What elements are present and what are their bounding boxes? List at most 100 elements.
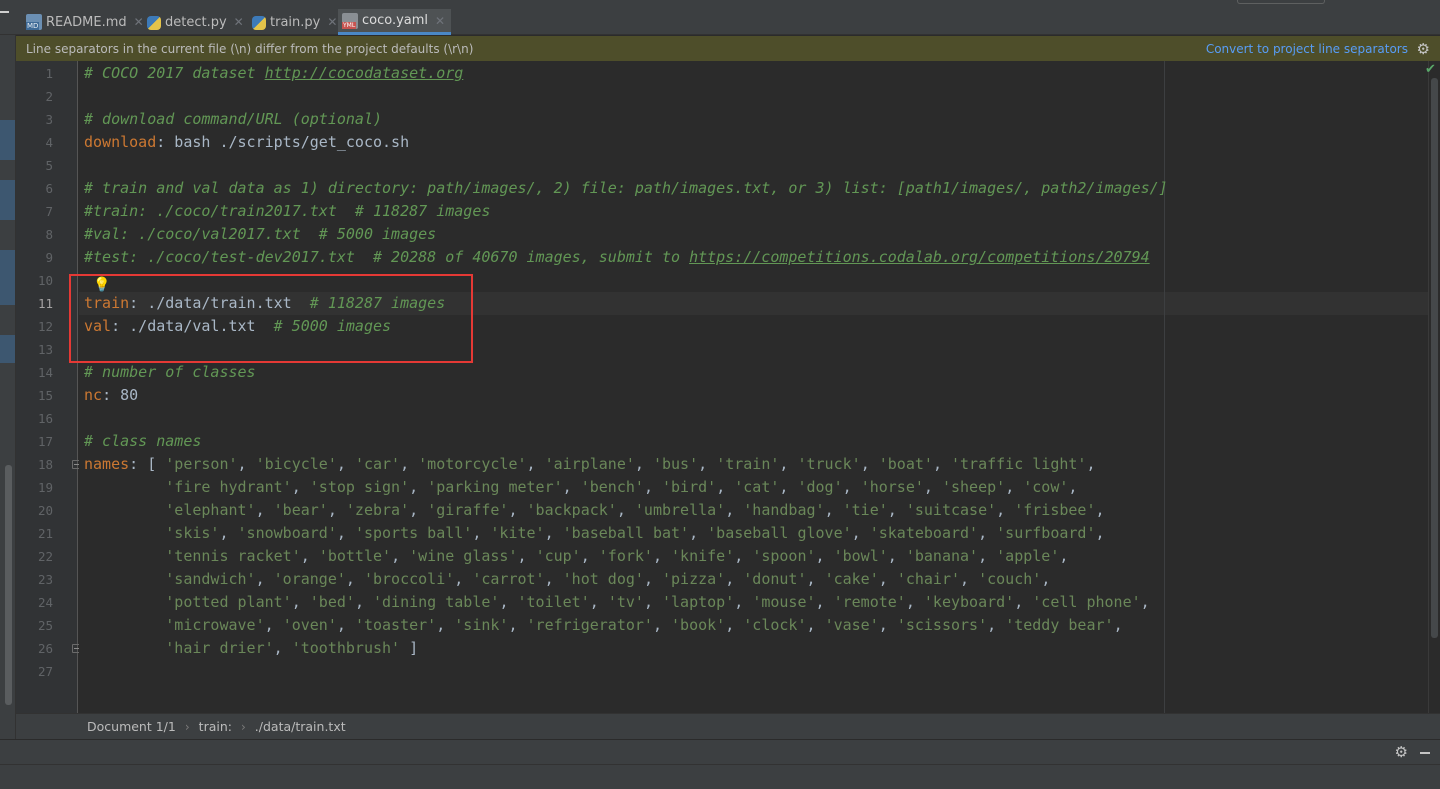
line-number[interactable]: 15 [16, 384, 53, 407]
tab-readme[interactable]: README.md ✕ [22, 9, 150, 35]
code-token: , [327, 501, 346, 519]
code-token: 'bird' [662, 478, 717, 496]
toolbar-dropdown[interactable] [1237, 0, 1325, 4]
code-token: , [725, 616, 744, 634]
code-token: 'horse' [860, 478, 924, 496]
code-token: 'stop sign' [309, 478, 410, 496]
line-number[interactable]: 6 [16, 177, 53, 200]
breadcrumb-document[interactable]: Document 1/1 [87, 719, 176, 734]
close-icon[interactable]: ✕ [234, 15, 244, 29]
line-number[interactable]: 24 [16, 591, 53, 614]
tool-window-marker[interactable] [0, 250, 15, 305]
code-line[interactable]: 'skis', 'snowboard', 'sports ball', 'kit… [84, 522, 1104, 545]
line-number[interactable]: 17 [16, 430, 53, 453]
code-line[interactable]: 'hair drier', 'toothbrush' ] [84, 637, 418, 660]
tab-list-menu-icon[interactable] [0, 11, 9, 13]
code-token: 'refrigerator' [526, 616, 653, 634]
line-number[interactable]: 4 [16, 131, 53, 154]
tab-detect[interactable]: detect.py ✕ [143, 9, 250, 35]
code-line[interactable]: 'sandwich', 'orange', 'broccoli', 'carro… [84, 568, 1050, 591]
line-number[interactable]: 21 [16, 522, 53, 545]
gear-icon[interactable]: ⚙ [1417, 40, 1430, 58]
code-token: 'sports ball' [354, 524, 473, 542]
code-token: , [887, 501, 906, 519]
line-number[interactable]: 5 [16, 154, 53, 177]
code-line[interactable]: nc: 80 [84, 384, 138, 407]
tool-window-marker[interactable] [0, 335, 15, 363]
line-number[interactable]: 20 [16, 499, 53, 522]
code-token: , [1068, 478, 1078, 496]
code-token: 'tie' [842, 501, 888, 519]
code-line[interactable]: 'elephant', 'bear', 'zebra', 'giraffe', … [84, 499, 1105, 522]
line-number[interactable]: 10 [16, 269, 53, 292]
close-icon[interactable]: ✕ [327, 15, 337, 29]
line-number[interactable]: 3 [16, 108, 53, 131]
code-line[interactable]: #val: ./coco/val2017.txt # 5000 images [84, 223, 436, 246]
code-token: # class names [84, 432, 202, 450]
line-number[interactable]: 27 [16, 660, 53, 683]
code-token: 'bowl' [833, 547, 888, 565]
code-line[interactable]: # COCO 2017 dataset http://cocodataset.o… [84, 62, 463, 85]
line-number[interactable]: 26 [16, 637, 53, 660]
code-token: 'chair' [896, 570, 961, 588]
line-number[interactable]: 13 [16, 338, 53, 361]
code-line[interactable]: # number of classes [84, 361, 256, 384]
code-line[interactable]: # class names [84, 430, 201, 453]
code-token: 'boat' [878, 455, 933, 473]
code-token: 'snowboard' [237, 524, 337, 542]
line-number[interactable]: 2 [16, 85, 53, 108]
tool-window-marker[interactable] [0, 180, 15, 220]
line-number[interactable]: 18 [16, 453, 53, 476]
code-token: #val: ./coco/val2017.txt # 5000 images [84, 225, 437, 243]
line-number[interactable]: 7 [16, 200, 53, 223]
code-line[interactable]: 'tennis racket', 'bottle', 'wine glass',… [84, 545, 1068, 568]
line-number[interactable]: 14 [16, 361, 53, 384]
line-number[interactable]: 8 [16, 223, 53, 246]
line-number[interactable]: 23 [16, 568, 53, 591]
breadcrumb-value[interactable]: ./data/train.txt [255, 719, 346, 734]
code-token: , [878, 570, 897, 588]
code-editor[interactable]: # COCO 2017 dataset http://cocodataset.o… [79, 61, 1428, 713]
minimize-icon[interactable] [1420, 752, 1430, 754]
line-number[interactable]: 22 [16, 545, 53, 568]
scrollbar[interactable] [5, 465, 12, 705]
code-token: , [391, 547, 410, 565]
code-line[interactable]: 'potted plant', 'bed', 'dining table', '… [84, 591, 1149, 614]
code-line[interactable]: 'fire hydrant', 'stop sign', 'parking me… [84, 476, 1077, 499]
code-token: , [354, 593, 373, 611]
breadcrumb-key[interactable]: train: [199, 719, 232, 734]
code-token: 'bed' [309, 593, 355, 611]
convert-line-separators-link[interactable]: Convert to project line separators [1206, 42, 1408, 56]
code-token: ] [400, 639, 419, 657]
line-number[interactable]: 11 [16, 292, 53, 315]
code-line[interactable]: # train and val data as 1) directory: pa… [84, 177, 1168, 200]
code-line[interactable]: #train: ./coco/train2017.txt # 118287 im… [84, 200, 490, 223]
code-line[interactable]: 'microwave', 'oven', 'toaster', 'sink', … [84, 614, 1122, 637]
code-token: , [1095, 501, 1105, 519]
code-line[interactable]: names: [ 'person', 'bicycle', 'car', 'mo… [84, 453, 1096, 476]
code-token: , [878, 616, 897, 634]
tab-train[interactable]: train.py ✕ [248, 9, 343, 35]
line-number[interactable]: 25 [16, 614, 53, 637]
close-icon[interactable]: ✕ [435, 14, 445, 28]
gear-icon[interactable]: ⚙ [1395, 743, 1408, 761]
line-number[interactable]: 9 [16, 246, 53, 269]
tool-window-marker[interactable] [0, 120, 15, 160]
line-number[interactable]: 16 [16, 407, 53, 430]
vertical-scrollbar[interactable] [1431, 78, 1438, 638]
code-line[interactable]: download: bash ./scripts/get_coco.sh [84, 131, 409, 154]
code-line[interactable]: #test: ./coco/test-dev2017.txt # 20288 o… [84, 246, 1150, 269]
code-token: , [978, 547, 997, 565]
code-token: 'donut' [743, 570, 807, 588]
code-token: , [923, 478, 942, 496]
code-token: 'toilet' [517, 593, 590, 611]
tab-coco-yaml[interactable]: coco.yaml ✕ [338, 9, 452, 35]
code-line[interactable]: # download command/URL (optional) [84, 108, 382, 131]
inspection-ok-check-icon[interactable]: ✔ [1425, 62, 1436, 77]
line-number[interactable]: 12 [16, 315, 53, 338]
line-number-gutter[interactable]: 1 2 3 4 5 6 7 8 9 10 11 12 13 14 15 16 17 18 19 20 21 22 23 24 2… [16, 61, 81, 713]
line-number[interactable]: 19 [16, 476, 53, 499]
line-number[interactable]: 1 [16, 62, 53, 85]
